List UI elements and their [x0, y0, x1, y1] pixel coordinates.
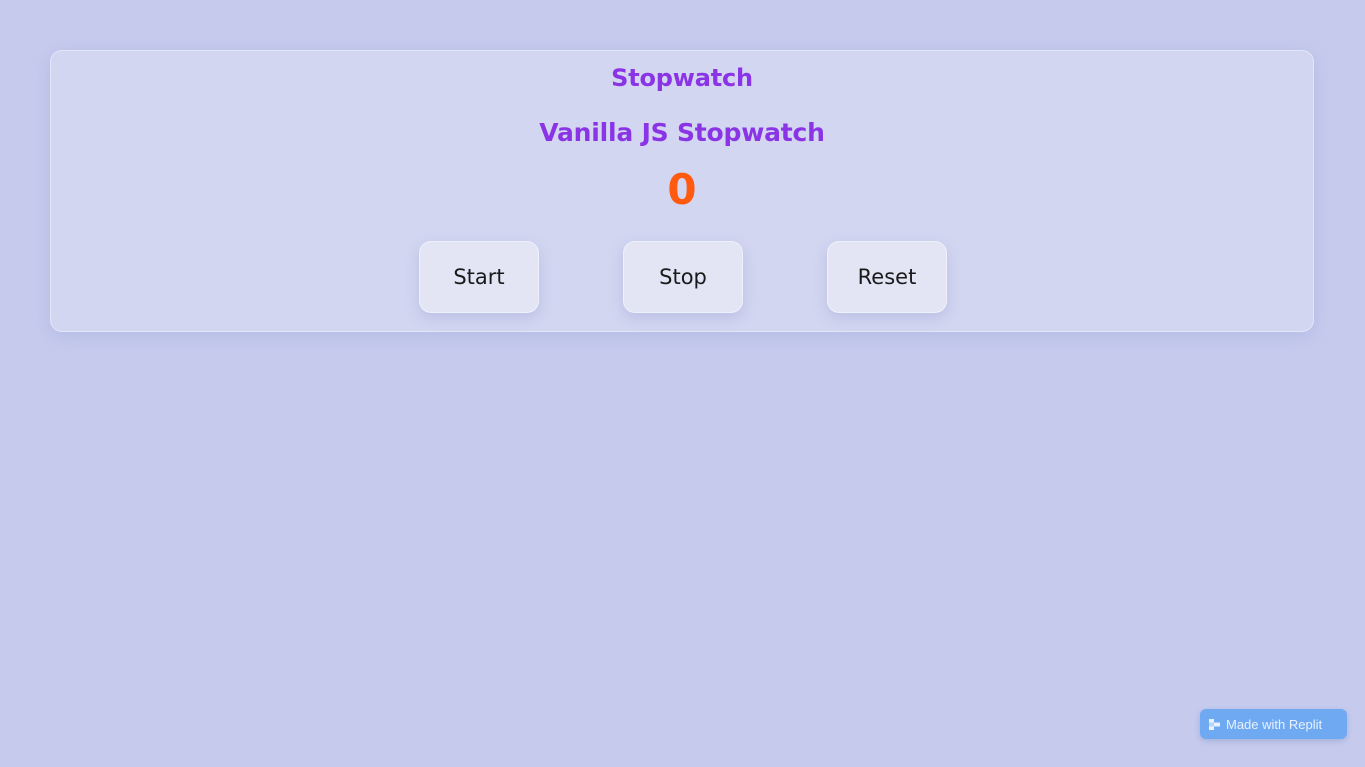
start-button[interactable]: Start: [419, 241, 539, 313]
stopwatch-subtitle: Vanilla JS Stopwatch: [539, 118, 825, 147]
page: Stopwatch Vanilla JS Stopwatch 0 Start S…: [0, 0, 1365, 767]
badge-label: Made with Replit: [1226, 716, 1323, 732]
elapsed-time-display: 0: [667, 165, 697, 214]
stop-button[interactable]: Stop: [623, 241, 743, 313]
reset-button[interactable]: Reset: [827, 241, 947, 313]
stopwatch-card: Stopwatch Vanilla JS Stopwatch 0 Start S…: [50, 50, 1314, 332]
made-with-replit-badge[interactable]: Made with Replit: [1200, 709, 1347, 739]
page-title: Stopwatch: [611, 64, 753, 92]
replit-logo-icon: [1209, 718, 1220, 730]
